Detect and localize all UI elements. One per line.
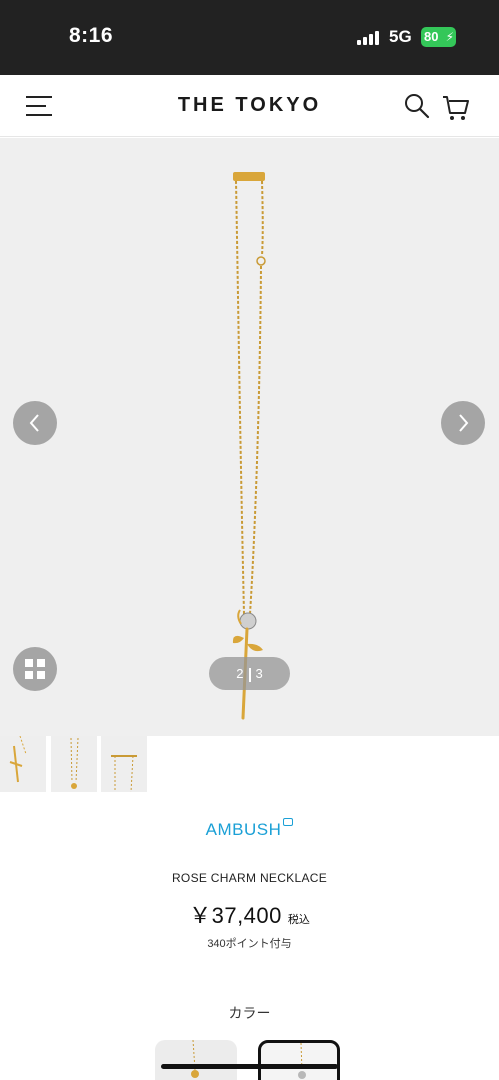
search-icon — [405, 94, 430, 119]
pager-next: 3 — [255, 666, 263, 681]
pager-indicator — [248, 667, 251, 682]
search-button[interactable] — [403, 92, 433, 120]
chevron-right-icon — [459, 414, 469, 432]
color-swatch-1[interactable] — [155, 1040, 237, 1080]
battery-icon: 80 ⚡ — [421, 27, 456, 47]
points-text: 340ポイント付与 — [207, 938, 292, 950]
thumbnail-1[interactable] — [0, 736, 46, 792]
network-label: 5G — [389, 27, 412, 46]
app-header: THE TOKYO — [0, 75, 499, 137]
cart-button[interactable] — [441, 92, 471, 120]
color-label: カラー — [228, 1005, 271, 1021]
product-name: ROSE CHARM NECKLACE — [171, 871, 328, 885]
status-bar: 8:16 5G 80 ⚡ — [0, 0, 499, 75]
product-price: ￥37,400 — [189, 903, 282, 928]
brand-link[interactable]: AMBUSH — [0, 818, 499, 840]
image-pager: 23 — [209, 657, 290, 690]
product-image — [232, 172, 266, 720]
pager-current: 2 — [236, 666, 244, 681]
thumbnail-strip — [0, 736, 499, 792]
price-row: ￥37,400 税込 — [0, 898, 499, 930]
next-image-button[interactable] — [441, 401, 485, 445]
grid-view-button[interactable] — [13, 647, 57, 691]
charging-icon: ⚡ — [445, 30, 454, 44]
home-indicator[interactable] — [161, 1064, 338, 1069]
prev-image-button[interactable] — [13, 401, 57, 445]
thumbnail-2[interactable] — [51, 736, 97, 792]
battery-level: 80 — [424, 29, 439, 44]
status-time: 8:16 — [69, 24, 114, 47]
signal-icon — [357, 31, 383, 45]
product-gallery[interactable]: 23 — [0, 138, 499, 736]
chevron-left-icon — [29, 414, 39, 432]
tax-label: 税込 — [287, 914, 310, 926]
cart-icon — [443, 96, 469, 120]
brand-name: AMBUSH — [205, 820, 282, 839]
external-link-icon — [283, 818, 294, 826]
color-swatch-2[interactable] — [258, 1040, 340, 1080]
thumbnail-3[interactable] — [101, 736, 147, 792]
